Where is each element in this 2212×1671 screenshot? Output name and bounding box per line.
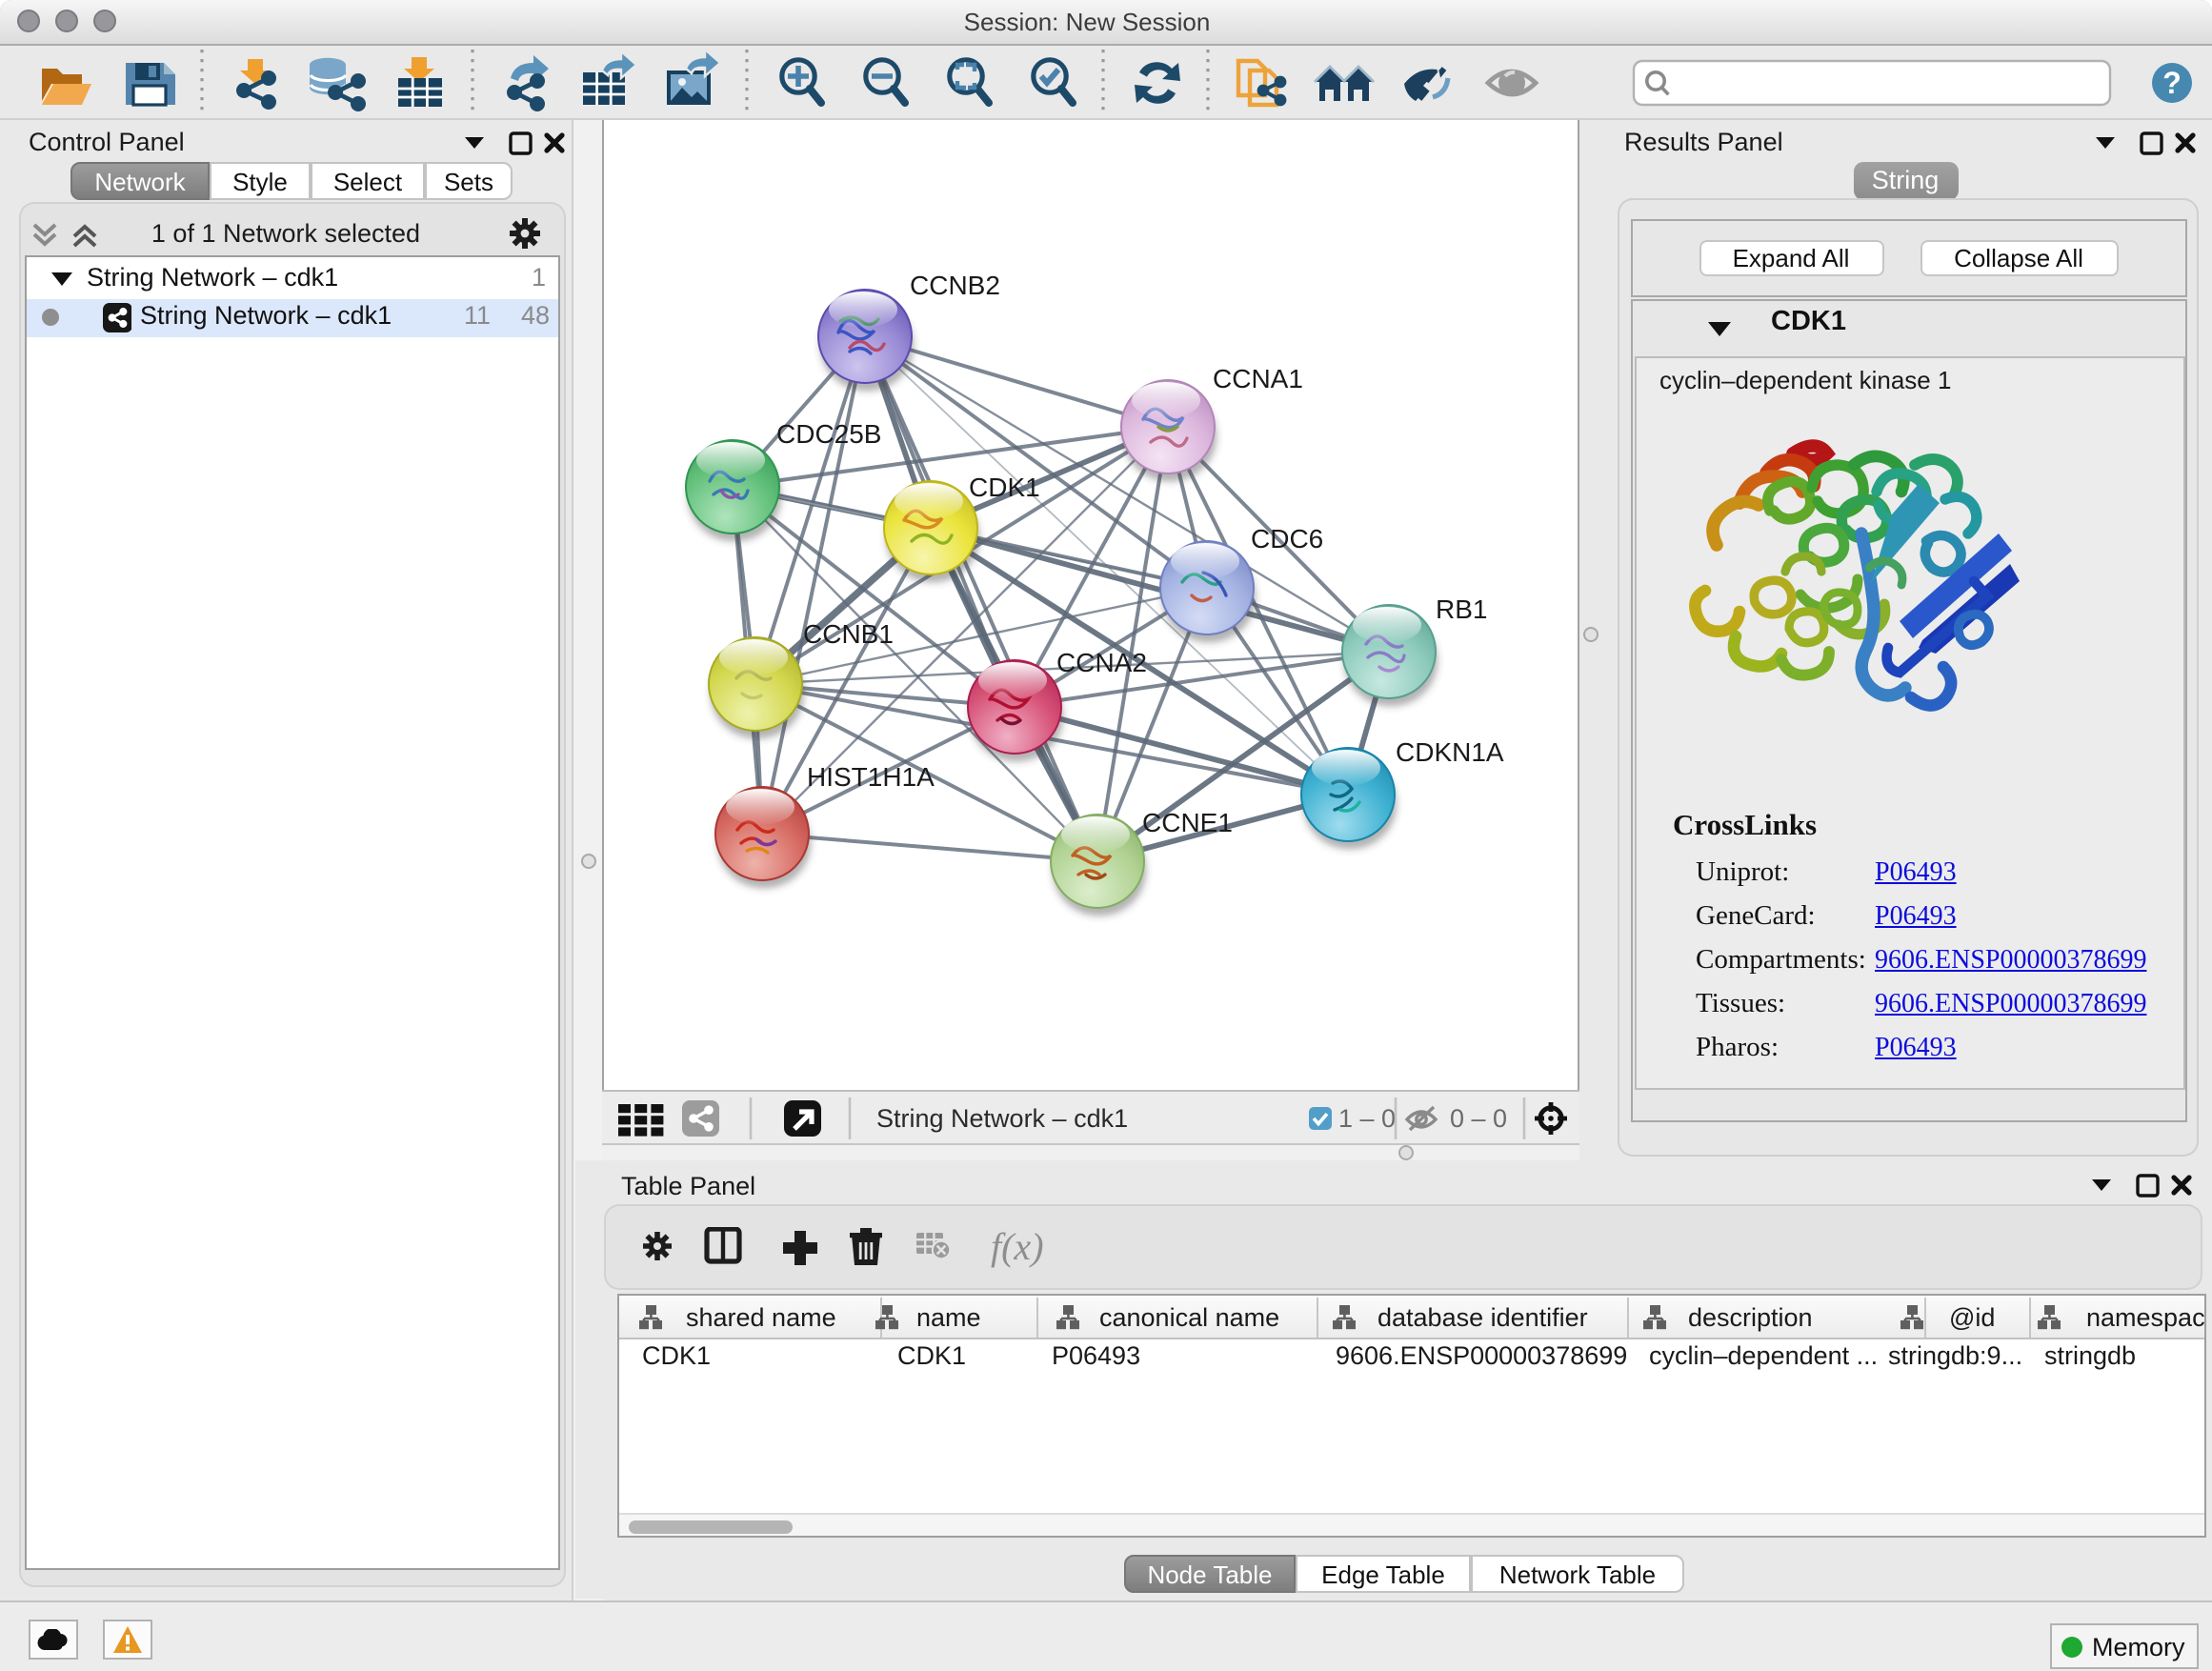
svg-text:CDK1: CDK1: [897, 1341, 966, 1370]
svg-text:CDK1: CDK1: [968, 472, 1039, 501]
svg-text:canonical name: canonical name: [1099, 1303, 1279, 1332]
svg-text:CCNB2: CCNB2: [909, 270, 999, 299]
svg-text:cyclin–dependent ...: cyclin–dependent ...: [1649, 1341, 1878, 1370]
svg-text:CDKN1A: CDKN1A: [1395, 736, 1503, 766]
svg-text:CDK1: CDK1: [642, 1341, 711, 1370]
svg-text:9606.ENSP00000378699: 9606.ENSP00000378699: [1336, 1341, 1627, 1370]
svg-text:f(x): f(x): [991, 1227, 1044, 1268]
svg-text:String Network – cdk1: String Network – cdk1: [875, 1104, 1127, 1133]
svg-text:1 – 0: 1 – 0: [1337, 1104, 1395, 1133]
svg-text:shared name: shared name: [686, 1303, 836, 1332]
svg-text:namespace: namespace: [2086, 1303, 2204, 1332]
svg-text:CCNE1: CCNE1: [1141, 807, 1232, 836]
svg-text:name: name: [916, 1303, 981, 1332]
svg-text:stringdb:9...: stringdb:9...: [1888, 1341, 2022, 1370]
svg-text:RB1: RB1: [1435, 594, 1486, 623]
svg-text:@id: @id: [1949, 1303, 1995, 1332]
svg-text:CDC6: CDC6: [1250, 523, 1322, 553]
svg-text:CDC25B: CDC25B: [775, 418, 880, 448]
svg-text:0 – 0: 0 – 0: [1449, 1104, 1506, 1133]
svg-text:CCNB1: CCNB1: [802, 618, 893, 648]
svg-text:P06493: P06493: [1052, 1341, 1140, 1370]
svg-text:description: description: [1688, 1303, 1813, 1332]
svg-text:stringdb: stringdb: [2044, 1341, 2136, 1370]
svg-text:database identifier: database identifier: [1377, 1303, 1588, 1332]
svg-text:CCNA1: CCNA1: [1212, 363, 1302, 393]
svg-text:?: ?: [2162, 65, 2182, 99]
svg-text:CCNA2: CCNA2: [1056, 647, 1146, 676]
svg-text:HIST1H1A: HIST1H1A: [806, 761, 934, 791]
